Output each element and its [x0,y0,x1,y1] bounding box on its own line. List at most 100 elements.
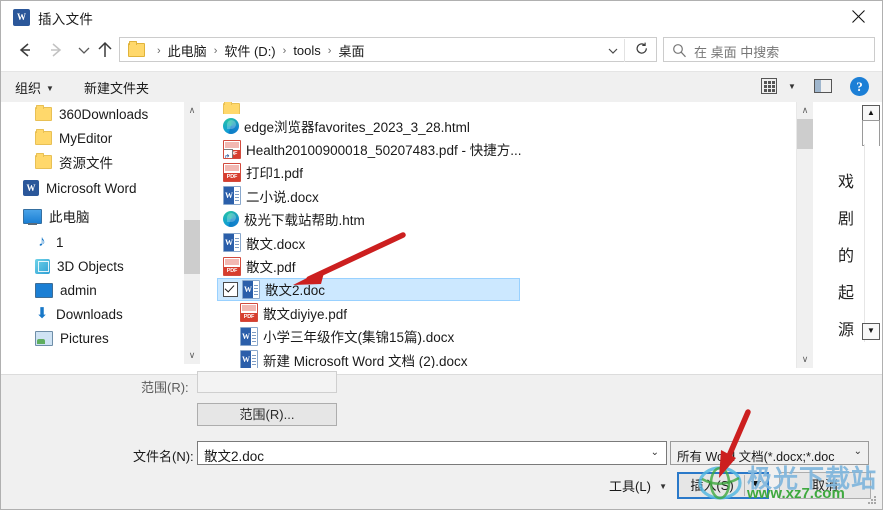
file-name: 打印1.pdf [246,166,304,182]
preview-pane: 戏 剧 的 起 源 ▲ ▼ [813,102,882,374]
file-name: 极光下载站帮助.htm [244,213,365,229]
up-button[interactable] [94,39,116,61]
filename-label: 文件名(N): [133,449,194,464]
table-row[interactable]: PDF Health20100900018_50207483.pdf - 快捷方… [217,137,789,160]
edge-icon [223,117,239,134]
pdf-icon: PDF [223,256,241,276]
scrollbar-thumb[interactable] [797,119,813,149]
preview-pane-icon [815,80,821,92]
sidebar-item-3d-objects[interactable]: 3D Objects [1,254,184,278]
arrow-up-icon [98,41,112,57]
table-row[interactable]: W 新建 Microsoft Word 文档 (2).docx [217,348,789,368]
desktop-icon [35,282,53,298]
search-icon [672,43,687,61]
breadcrumb-item-2[interactable]: tools [293,43,320,58]
preview-char: 戏 [837,174,854,191]
word-app-icon: W [13,9,30,26]
chevron-down-icon [78,47,90,54]
breadcrumb-separator: › [157,44,161,57]
preview-char: 剧 [837,211,854,228]
triangle-down-icon[interactable]: ▼ [862,323,880,340]
chevron-up-icon[interactable]: ∧ [797,102,813,119]
table-row[interactable]: PDF 打印1.pdf [217,161,789,184]
sidebar-item-label: 资源文件 [59,156,113,171]
range-input[interactable] [197,371,337,393]
file-name: 散文2.doc [265,283,326,299]
sidebar-item-myeditor[interactable]: MyEditor [1,126,184,150]
resize-grip[interactable] [867,495,877,505]
sidebar-item-downloads[interactable]: ⬇ Downloads [1,302,184,326]
file-list-scrollbar[interactable]: ∧ ∨ [796,102,813,368]
sidebar-item-360downloads[interactable]: 360Downloads [1,102,184,126]
word-icon: W [23,180,39,196]
table-row[interactable]: PDF 散文.pdf [217,254,789,277]
sidebar-item-label: 3D Objects [57,258,124,274]
table-row[interactable]: PDF 散文diyiye.pdf [217,301,789,324]
chevron-down-icon[interactable]: ∨ [797,351,813,368]
view-dropdown-button[interactable]: ▼ [788,82,796,91]
insert-file-dialog: W 插入文件 › 此电脑 › 软件 (D:) › tools › 桌面 在 桌面… [0,0,883,510]
table-row[interactable] [217,102,789,114]
sidebar-item-label: Microsoft Word [46,180,137,196]
filename-input[interactable]: 散文2.doc ⌄ [197,441,667,465]
back-button[interactable] [14,39,36,61]
nav-pane-scrollbar[interactable]: ∧ ∨ [184,102,200,364]
breadcrumb-separator: › [282,44,287,57]
filename-value: 散文2.doc [204,449,265,464]
folder-icon [128,41,145,57]
preview-pane-button[interactable] [814,79,832,93]
breadcrumb-item-3[interactable]: 桌面 [338,41,364,60]
scrollbar-track[interactable] [864,144,879,342]
organize-button[interactable]: 组织 ▼ [15,78,54,97]
sidebar-item-label: MyEditor [59,130,113,146]
chevron-down-icon[interactable]: ∨ [184,347,200,364]
chevron-up-icon[interactable]: ∧ [184,102,200,119]
chevron-down-icon[interactable]: ⌄ [651,447,659,458]
sidebar-item-label: Pictures [60,330,109,346]
sidebar-item-microsoft-word[interactable]: W Microsoft Word [1,174,184,202]
sidebar-item-this-pc[interactable]: 此电脑 [1,202,184,230]
refresh-button[interactable] [635,42,649,60]
sidebar-item-admin[interactable]: admin [1,278,184,302]
view-options-button[interactable] [761,78,777,94]
table-row[interactable]: 极光下载站帮助.htm [217,208,789,231]
table-row[interactable]: W 二小说.docx [217,184,789,207]
navigation-pane: 360Downloads MyEditor 资源文件 W Microsoft W… [1,102,184,374]
table-row[interactable]: edge浏览器favorites_2023_3_28.html [217,114,789,137]
triangle-down-icon[interactable] [751,481,761,487]
search-box[interactable]: 在 桌面 中搜索 [663,37,875,62]
help-button[interactable]: ? [850,77,869,96]
breadcrumb-bar[interactable]: › 此电脑 › 软件 (D:) › tools › 桌面 [119,37,657,62]
filetype-dropdown[interactable]: 所有 Word 文档(*.docx;*.doc ⌄ [670,441,869,465]
folder-icon [223,102,240,114]
close-icon [852,10,865,23]
scrollbar-thumb[interactable] [862,120,880,146]
file-name: 新建 Microsoft Word 文档 (2).docx [263,353,468,368]
file-checkbox[interactable] [223,281,238,297]
sidebar-item-resources[interactable]: 资源文件 [1,150,184,174]
table-row[interactable]: W 散文.docx [217,231,789,254]
close-button[interactable] [836,1,882,32]
table-row[interactable]: W 小学三年级作文(集锦15篇).docx [217,325,789,348]
sidebar-item-1[interactable]: ♪ 1 [1,230,184,254]
forward-button[interactable] [45,39,67,61]
file-name: Health20100900018_50207483.pdf - 快捷方... [246,143,522,159]
table-row-selected[interactable]: W 散文2.doc [217,277,520,302]
arrow-right-icon [51,43,62,57]
tools-label: 工具(L) [609,479,651,494]
recent-locations-button[interactable] [73,39,95,61]
range-button[interactable]: 范围(R)... [197,403,337,426]
tools-button[interactable]: 工具(L) ▼ [591,474,669,499]
breadcrumb-item-0[interactable]: 此电脑 [168,41,207,60]
sidebar-item-pictures[interactable]: Pictures [1,326,184,350]
scrollbar-thumb[interactable] [184,220,200,274]
pdf-shortcut-icon: PDF [223,139,241,159]
insert-button[interactable]: 插入(S) [677,472,769,499]
new-folder-button[interactable]: 新建文件夹 [84,78,149,97]
breadcrumb-item-1[interactable]: 软件 (D:) [224,41,275,60]
cancel-button[interactable]: 取消 [779,472,871,499]
preview-scrollbar[interactable]: ▲ ▼ [862,102,882,374]
downloads-icon: ⬇ [35,305,49,322]
3d-objects-icon [35,258,50,274]
breadcrumb-dropdown-button[interactable] [606,45,620,60]
